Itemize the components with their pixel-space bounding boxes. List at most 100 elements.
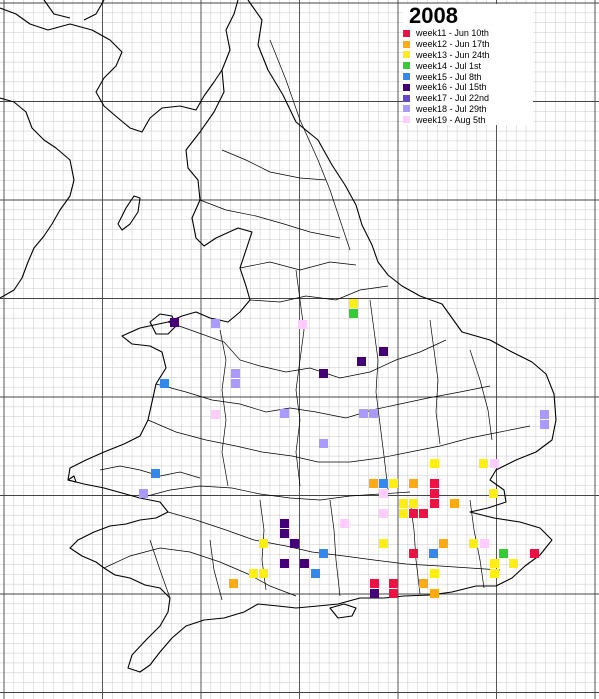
legend-item-week16: week16 - Jul 15th [403, 82, 533, 93]
record-square [160, 379, 169, 388]
record-square [409, 479, 418, 488]
record-square [430, 499, 439, 508]
record-square [231, 379, 240, 388]
record-square [211, 319, 220, 328]
record-square [399, 509, 408, 518]
record-square [379, 509, 388, 518]
record-square [280, 409, 289, 418]
record-square [280, 519, 289, 528]
record-square [530, 549, 539, 558]
record-square [490, 459, 499, 468]
record-square [370, 589, 379, 598]
record-square [319, 369, 328, 378]
record-square [139, 489, 148, 498]
record-square [429, 549, 438, 558]
record-square [430, 459, 439, 468]
legend-swatch [403, 73, 410, 81]
legend-label: week19 - Aug 5th [416, 114, 486, 125]
record-square [259, 539, 268, 548]
record-square [409, 499, 418, 508]
record-square [540, 410, 549, 419]
record-square [389, 579, 398, 588]
legend-label: week14 - Jul 1st [416, 60, 482, 71]
record-square [300, 559, 309, 568]
legend-swatch [403, 51, 410, 59]
record-square [479, 459, 488, 468]
record-square [430, 479, 439, 488]
record-square [359, 409, 368, 418]
legend-label: week12 - Jun 17th [416, 39, 490, 50]
record-square [349, 299, 358, 308]
record-square [298, 320, 307, 329]
record-square [259, 569, 268, 578]
isle-of-wight [329, 603, 357, 619]
legend-item-week14: week14 - Jul 1st [403, 60, 533, 71]
record-square [379, 539, 388, 548]
legend-swatch [403, 116, 410, 124]
legend-swatch [403, 40, 410, 48]
record-square [290, 539, 299, 548]
legend-item-week13: week13 - Jun 24th [403, 50, 533, 61]
record-square [430, 489, 439, 498]
record-square [319, 439, 328, 448]
record-square [409, 549, 418, 558]
legend-label: week17 - Jul 22nd [416, 93, 490, 104]
record-square [369, 409, 378, 418]
record-square [211, 410, 220, 419]
record-square [409, 509, 418, 518]
record-square [389, 479, 398, 488]
record-square [349, 309, 358, 318]
record-square [389, 589, 398, 598]
legend-swatch [403, 105, 410, 113]
record-square [311, 569, 320, 578]
record-square [280, 559, 289, 568]
legend: 2008 week11 - Jun 10th week12 - Jun 17th… [403, 3, 533, 126]
legend-item-week11: week11 - Jun 10th [403, 28, 533, 39]
legend-item-week12: week12 - Jun 17th [403, 39, 533, 50]
legend-label: week15 - Jul 8th [416, 71, 482, 82]
record-square [490, 569, 499, 578]
record-square [489, 489, 498, 498]
record-square [490, 559, 499, 568]
record-square [151, 469, 160, 478]
legend-swatch [403, 62, 410, 70]
record-square [370, 579, 379, 588]
record-square [419, 509, 428, 518]
record-square [469, 539, 478, 548]
record-square [170, 318, 179, 327]
record-square [450, 499, 459, 508]
record-square [499, 549, 508, 558]
legend-swatch [403, 94, 410, 102]
record-square [280, 529, 289, 538]
record-square [379, 489, 388, 498]
record-square [340, 519, 349, 528]
legend-item-week18: week18 - Jul 29th [403, 104, 533, 115]
record-square [419, 579, 428, 588]
map-title: 2008 [409, 3, 458, 28]
record-square [379, 347, 388, 356]
record-square [430, 589, 439, 598]
record-square [480, 539, 489, 548]
legend-label: week11 - Jun 10th [416, 28, 489, 39]
record-square [249, 569, 258, 578]
record-square [369, 479, 378, 488]
legend-label: week18 - Jul 29th [416, 103, 487, 114]
small-island [67, 475, 77, 483]
record-square [540, 420, 549, 429]
legend-item-week17: week17 - Jul 22nd [403, 93, 533, 104]
isle-of-man [117, 195, 141, 231]
record-square [231, 369, 240, 378]
legend-item-week19: week19 - Aug 5th [403, 114, 533, 125]
record-squares [139, 299, 549, 598]
record-square [357, 357, 366, 366]
record-square [399, 499, 408, 508]
record-square [379, 479, 388, 488]
legend-item-week15: week15 - Jul 8th [403, 71, 533, 82]
legend-swatch [403, 29, 410, 37]
record-square [439, 539, 448, 548]
record-square [509, 559, 518, 568]
record-square [319, 549, 328, 558]
record-square [229, 579, 238, 588]
record-square [430, 569, 439, 578]
legend-label: week16 - Jul 15th [416, 82, 487, 93]
